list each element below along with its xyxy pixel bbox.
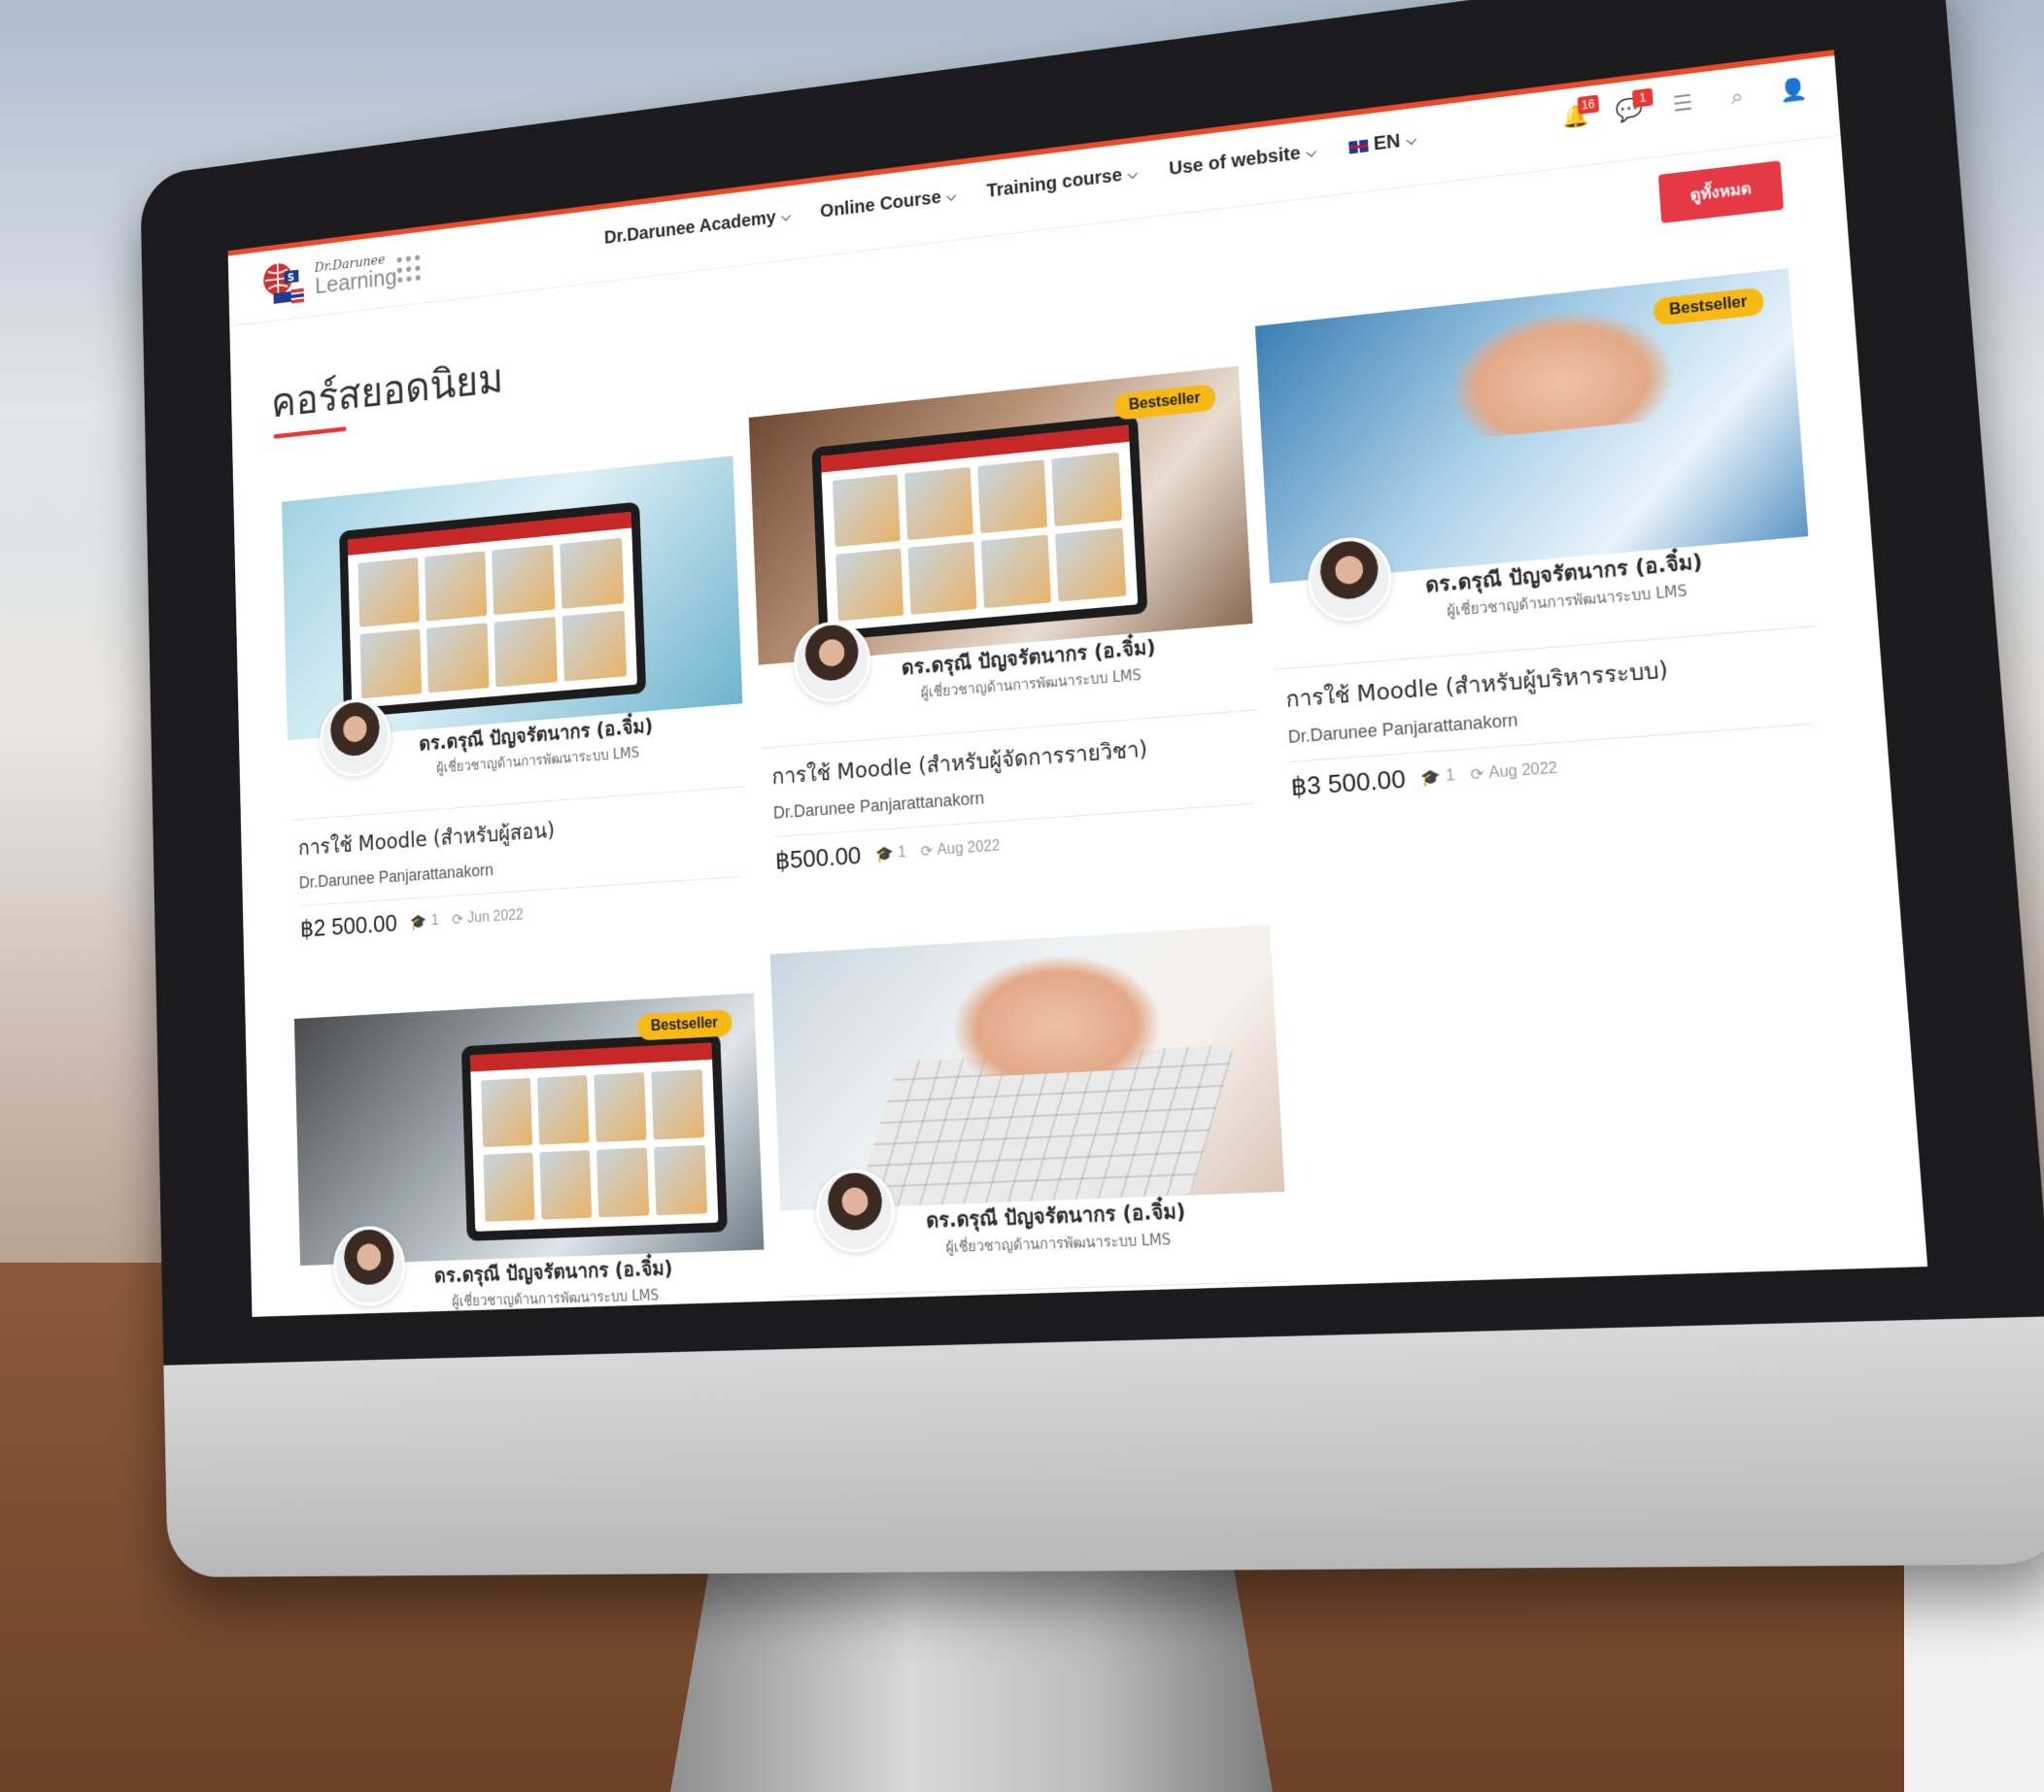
nav-item-use-of-website[interactable]: Use of website ⌵	[1169, 141, 1317, 181]
language-label: EN	[1373, 131, 1401, 156]
sliders-icon[interactable]: ☰	[1669, 90, 1697, 118]
updated-value: Jun 2022	[467, 907, 524, 928]
site-logo[interactable]: S Dr.Darunee Learning	[260, 244, 397, 311]
user-icon[interactable]: 👤	[1778, 77, 1806, 105]
course-price: ฿2 500.00	[300, 909, 398, 943]
main-nav: Dr.Darunee Academy ⌵ Online Course ⌵ Tra…	[604, 129, 1417, 250]
course-card[interactable]: Bestseller ดร.ดรุณี ปัญจรัตนากร (อ.จิ๋ม)…	[749, 366, 1266, 876]
refresh-icon: ⟳	[1470, 763, 1484, 784]
enrolled-value: 1	[431, 912, 439, 929]
bell-icon[interactable]: 🔔 16	[1561, 104, 1588, 132]
bestseller-badge: Bestseller	[1652, 287, 1765, 325]
updated-date: ⟳ Aug 2022	[1470, 759, 1558, 785]
laptop-illustration	[461, 1032, 728, 1241]
notification-count-badge: 16	[1577, 94, 1599, 114]
section-title: คอร์สยอดนิยม	[270, 346, 504, 436]
updated-date: ⟳ Jun 2022	[452, 906, 524, 930]
author-block: ดร.ดรุณี ปัญจรัตนากร (อ.จิ๋ม) ผู้เชี่ยวช…	[300, 1250, 767, 1317]
uk-flag-icon	[1348, 140, 1368, 154]
browser-screen: S Dr.Darunee Learning Dr.Darunee Academy…	[228, 50, 1928, 1317]
hands-illustration	[951, 951, 1162, 1078]
svg-text:S: S	[288, 271, 294, 284]
author-block: ดร.ดรุณี ปัญจรัตนากร (อ.จิ๋ม) ผู้เชี่ยวช…	[780, 1192, 1289, 1298]
language-selector[interactable]: EN ⌵	[1348, 129, 1417, 159]
enrolled-count: 🎓 1	[410, 911, 439, 931]
course-thumbnail[interactable]	[282, 456, 742, 740]
course-thumbnail[interactable]	[770, 925, 1285, 1211]
bestseller-badge: Bestseller	[1113, 384, 1216, 421]
chevron-down-icon: ⌵	[946, 188, 957, 205]
message-count-badge: 1	[1632, 88, 1653, 108]
monitor: S Dr.Darunee Learning Dr.Darunee Academy…	[140, 0, 2044, 1577]
nav-item-label: Training course	[986, 165, 1123, 203]
view-all-button[interactable]: ดูทั้งหมด	[1658, 160, 1784, 223]
header-tools: 🔔 16 💬 1 ☰ ⌕ 👤	[1561, 77, 1807, 132]
graduation-cap-icon: 🎓	[875, 844, 894, 864]
course-thumbnail[interactable]: Bestseller	[294, 993, 765, 1266]
logo-mark-icon: S	[260, 254, 308, 310]
search-icon[interactable]: ⌕	[1723, 84, 1752, 112]
laptop-illustration	[339, 501, 646, 718]
nav-item-label: Online Course	[820, 187, 941, 223]
course-thumbnail[interactable]: Bestseller	[749, 366, 1253, 665]
nav-item-academy[interactable]: Dr.Darunee Academy ⌵	[604, 206, 791, 250]
monitor-chin	[163, 1316, 2044, 1577]
nav-item-label: Dr.Darunee Academy	[604, 208, 777, 250]
nav-item-online-course[interactable]: Online Course ⌵	[820, 186, 957, 223]
chevron-down-icon: ⌵	[781, 209, 791, 225]
chevron-down-icon: ⌵	[1406, 131, 1417, 149]
apps-grid-icon[interactable]	[397, 254, 423, 284]
enrolled-value: 1	[898, 844, 906, 862]
course-thumbnail[interactable]: Bestseller	[1255, 268, 1808, 583]
hands-illustration	[1448, 301, 1676, 440]
updated-date: ⟳ Aug 2022	[920, 836, 1001, 861]
updated-value: Aug 2022	[1488, 760, 1558, 782]
chevron-down-icon: ⌵	[1127, 166, 1138, 183]
updated-value: Aug 2022	[937, 837, 1000, 859]
nav-item-label: Use of website	[1169, 143, 1302, 181]
course-card[interactable]: ดร.ดรุณี ปัญจรัตนากร (อ.จิ๋ม) ผู้เชี่ยวช…	[770, 925, 1290, 1298]
enrolled-value: 1	[1446, 766, 1455, 785]
chat-icon[interactable]: 💬 1	[1615, 97, 1643, 125]
course-price: ฿3 500.00	[1290, 763, 1407, 802]
bestseller-badge: Bestseller	[636, 1009, 732, 1040]
course-card[interactable]: Bestseller ดร.ดรุณี ปัญจรัตนากร (อ.จิ๋ม)…	[1255, 268, 1825, 802]
graduation-cap-icon: 🎓	[410, 912, 427, 931]
course-price: ฿500.00	[774, 841, 861, 876]
enrolled-count: 🎓 1	[875, 843, 906, 864]
chevron-down-icon: ⌵	[1306, 144, 1316, 161]
refresh-icon: ⟳	[452, 910, 463, 930]
course-card[interactable]: Bestseller ดร.ดรุณี ปัญจรัตนากร (อ.จิ๋ม)…	[294, 993, 767, 1316]
course-card[interactable]: ดร.ดรุณี ปัญจรัตนากร (อ.จิ๋ม) ผู้เชี่ยวช…	[282, 456, 751, 943]
graduation-cap-icon: 🎓	[1420, 766, 1441, 788]
refresh-icon: ⟳	[920, 841, 933, 861]
enrolled-count: 🎓 1	[1420, 765, 1455, 788]
nav-item-training-course[interactable]: Training course ⌵	[986, 163, 1139, 203]
laptop-illustration	[811, 415, 1147, 642]
